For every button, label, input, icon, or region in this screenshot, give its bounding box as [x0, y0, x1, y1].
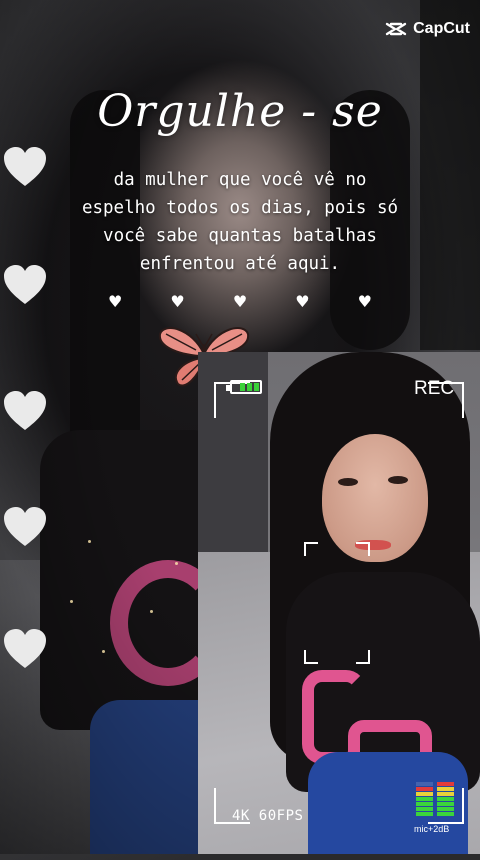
mic-gain-label: mic+2dB [414, 824, 450, 834]
capcut-logo-icon [385, 22, 407, 36]
heart-icon [4, 507, 46, 546]
audio-meter-bar [437, 782, 454, 816]
audio-meter-bar [416, 782, 433, 816]
battery-level-segment [233, 383, 238, 391]
heart-icon [4, 629, 46, 668]
quote-line: enfrentou até aqui. [139, 254, 341, 274]
heart-icon: ♥ [232, 292, 248, 311]
battery-level-segment [254, 383, 259, 391]
small-hearts-row: ♥ ♥ ♥ ♥ ♥ [108, 294, 372, 310]
quote-line: espelho todos os dias, pois só [81, 198, 399, 218]
heart-icon: ♥ [295, 292, 310, 311]
heart-icon [4, 391, 46, 430]
quote-line: você sabe quantas batalhas [103, 226, 377, 246]
heart-icon [4, 265, 46, 304]
quote-line: da mulher que você vê no [113, 170, 367, 190]
audio-level-meter [416, 782, 456, 816]
rec-label: REC [414, 378, 455, 399]
resolution-fps-label: 4K 60FPS [232, 808, 304, 824]
battery-level-segment [247, 383, 252, 391]
heart-icon: ♥ [357, 292, 372, 311]
heart-icon: ♥ [108, 292, 123, 311]
capcut-watermark: CapCut [385, 20, 470, 38]
focus-frame [304, 542, 370, 664]
eye [338, 478, 358, 486]
heart-icon [4, 147, 46, 186]
battery-level-segment [240, 383, 245, 391]
quote-text: da mulher que você vê no espelho todos o… [30, 166, 450, 278]
battery-icon [226, 380, 262, 394]
eye [388, 476, 408, 484]
quote-title: Orgulhe - se [97, 86, 383, 137]
capcut-brand-label: CapCut [413, 20, 470, 37]
heart-icon: ♥ [170, 292, 185, 311]
